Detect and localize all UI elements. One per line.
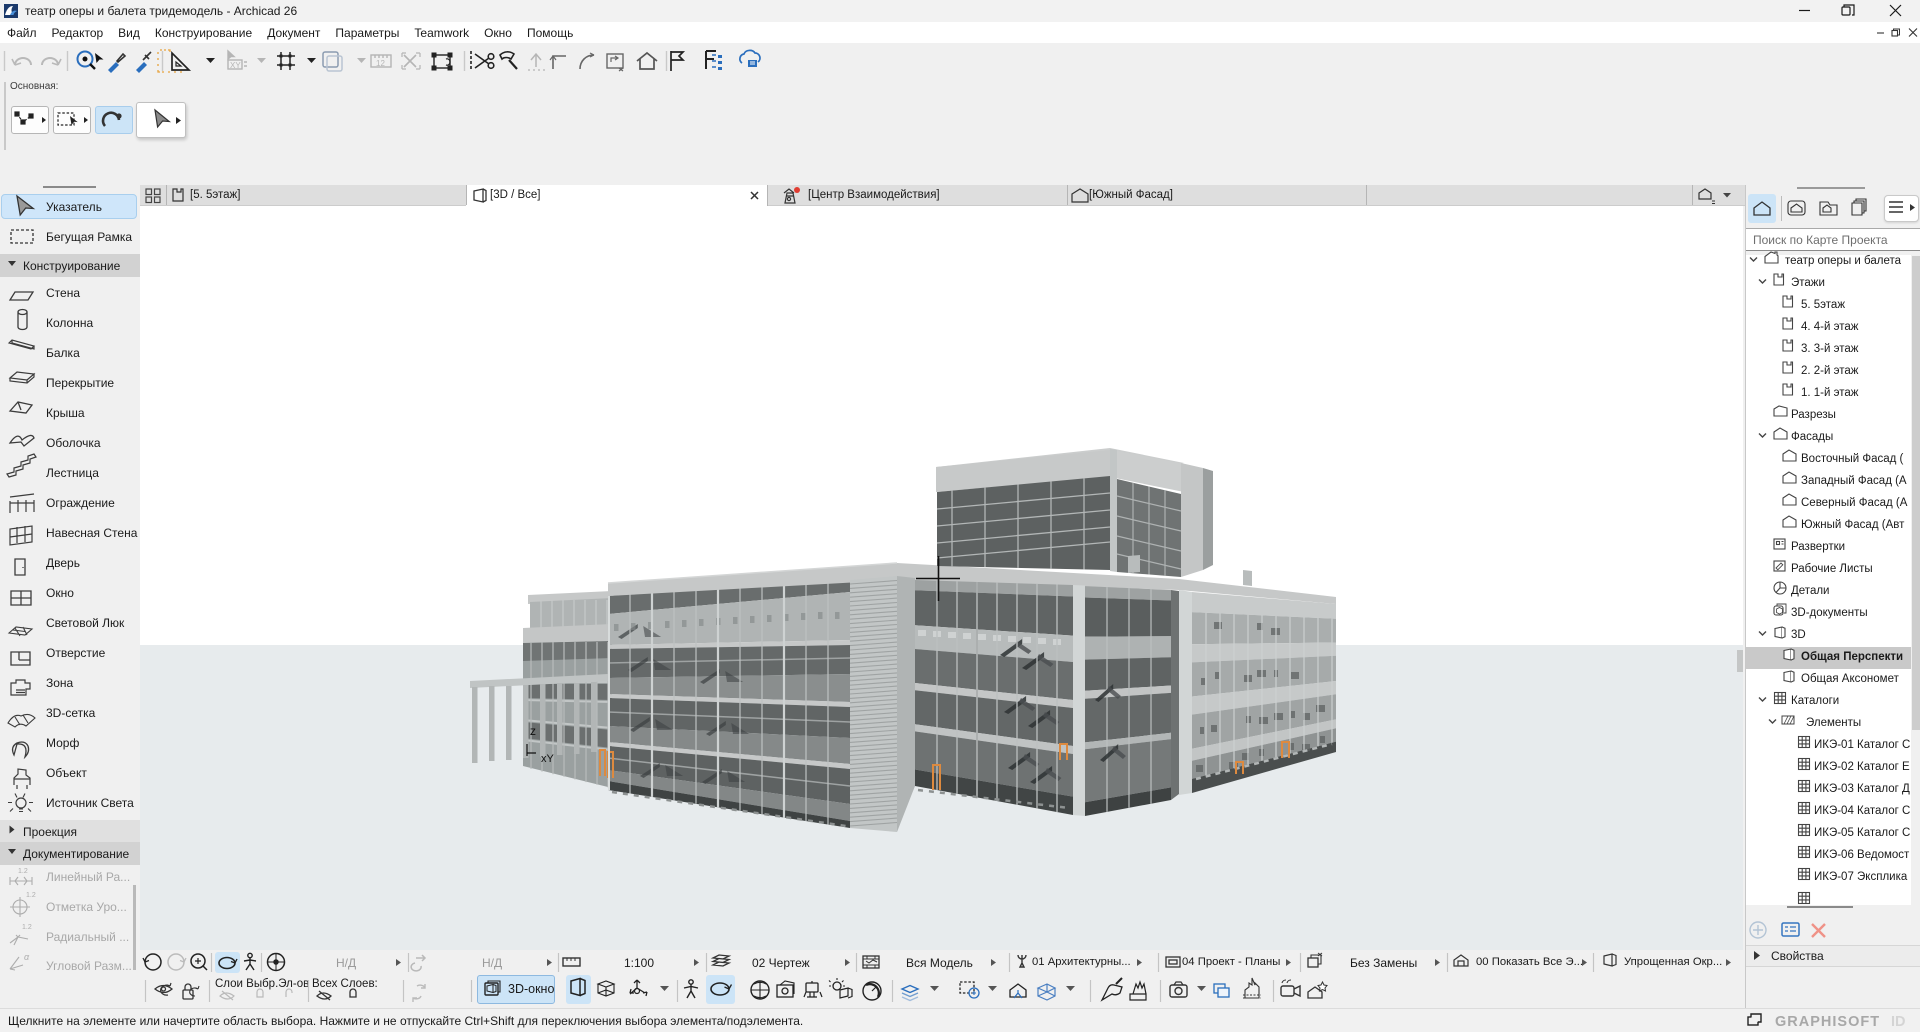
svg-text:ID: ID bbox=[1891, 1014, 1906, 1030]
svg-text:12: 12 bbox=[376, 59, 385, 68]
svg-text:1.2: 1.2 bbox=[22, 924, 32, 931]
svg-text:GRAPHISOFT: GRAPHISOFT bbox=[1775, 1014, 1880, 1030]
svg-text:z: z bbox=[530, 724, 536, 738]
svg-text:XY: XY bbox=[230, 61, 241, 70]
svg-text:xY: xY bbox=[541, 753, 555, 765]
svg-text:1.2: 1.2 bbox=[18, 868, 28, 875]
svg-text:α: α bbox=[24, 952, 30, 962]
svg-text:1.2: 1.2 bbox=[26, 892, 36, 899]
